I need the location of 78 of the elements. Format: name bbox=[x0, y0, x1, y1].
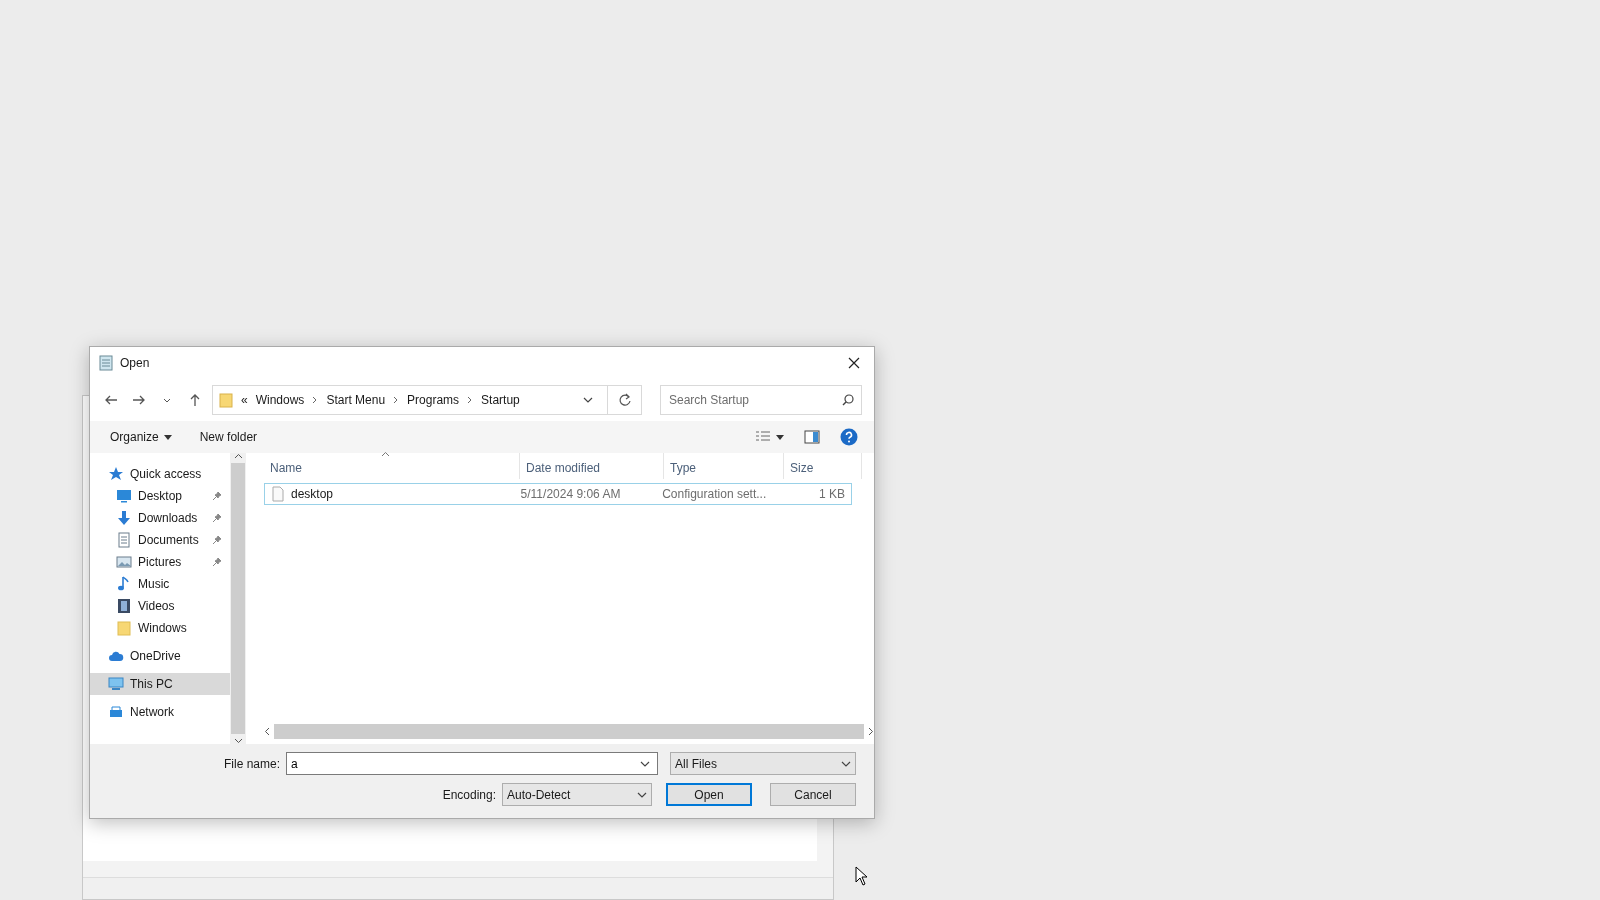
sidebar-item[interactable]: This PC bbox=[90, 673, 230, 695]
sidebar-item[interactable]: Documents bbox=[90, 529, 230, 551]
column-header[interactable]: Date modified bbox=[520, 453, 664, 479]
chevron-right-icon bbox=[868, 727, 874, 736]
file-type-dropdown[interactable]: All Files bbox=[670, 752, 856, 775]
network-icon bbox=[108, 704, 124, 720]
up-arrow-icon bbox=[188, 393, 202, 407]
caret-icon bbox=[583, 396, 593, 404]
column-header[interactable]: Type bbox=[664, 453, 784, 479]
caret-icon bbox=[640, 759, 650, 768]
sidebar-item[interactable]: Desktop bbox=[90, 485, 230, 507]
column-header[interactable]: Size bbox=[784, 453, 862, 479]
sidebar-item[interactable]: Music bbox=[90, 573, 230, 595]
chevron-right-icon bbox=[393, 396, 400, 404]
help-icon bbox=[840, 428, 858, 446]
breadcrumb-item[interactable]: Windows bbox=[255, 391, 305, 409]
forward-arrow-icon bbox=[132, 393, 146, 407]
table-cell: desktop bbox=[265, 485, 515, 503]
dialog-button[interactable]: Open bbox=[666, 783, 752, 806]
table-cell-text: 5/11/2024 9:06 AM bbox=[519, 486, 622, 503]
monitor-icon bbox=[116, 488, 132, 504]
sidebar-item[interactable]: Windows bbox=[90, 617, 230, 639]
sidebar-item[interactable]: OneDrive bbox=[90, 645, 230, 667]
caret-icon bbox=[776, 434, 784, 440]
chevron-up-icon bbox=[233, 453, 243, 459]
caret-icon bbox=[163, 434, 172, 440]
table-cell-text: Configuration sett... bbox=[661, 486, 768, 503]
window-title: Open bbox=[120, 355, 150, 372]
monitor-icon bbox=[108, 676, 124, 692]
column-header[interactable]: Name bbox=[264, 453, 520, 479]
film-icon bbox=[116, 598, 132, 614]
refresh-icon bbox=[617, 393, 632, 407]
breadcrumb-item[interactable]: Startup bbox=[481, 391, 520, 409]
sidebar-item[interactable]: Videos bbox=[90, 595, 230, 617]
document-icon bbox=[116, 532, 132, 548]
back-arrow-icon bbox=[104, 393, 118, 407]
organize-button[interactable]: Organize bbox=[106, 426, 176, 448]
picture-icon bbox=[116, 554, 132, 570]
chevron-right-icon bbox=[467, 396, 474, 404]
list-view-icon bbox=[755, 431, 771, 443]
scrollbar[interactable] bbox=[230, 453, 246, 744]
breadcrumb-item[interactable]: Programs bbox=[407, 391, 460, 409]
file-icon bbox=[271, 486, 285, 502]
folder-icon bbox=[219, 392, 233, 408]
chevron-right-icon bbox=[312, 396, 319, 404]
sort-ascending-icon bbox=[381, 451, 391, 457]
caret-icon bbox=[163, 397, 171, 403]
music-note-icon bbox=[116, 576, 132, 592]
download-arrow-icon bbox=[116, 510, 132, 526]
file-name-field[interactable]: a bbox=[286, 752, 658, 775]
caret-icon bbox=[637, 790, 647, 799]
encoding-dropdown[interactable]: Auto-Detect bbox=[502, 783, 652, 806]
caret-icon bbox=[841, 759, 851, 768]
chevron-down-icon bbox=[233, 738, 243, 744]
address-bar[interactable]: « Windows Start Menu Programs Startup bbox=[212, 385, 642, 415]
notepad-icon bbox=[98, 355, 114, 371]
file-row[interactable]: desktop 5/11/2024 9:06 AM Configuration sett... 1 KB bbox=[264, 483, 852, 505]
chevron-left-icon bbox=[264, 727, 270, 736]
preview-pane-icon bbox=[804, 430, 820, 444]
search-icon bbox=[842, 394, 854, 406]
table-cell-text: 1 KB bbox=[818, 486, 846, 503]
close-icon bbox=[848, 357, 860, 369]
sidebar-item[interactable]: Downloads bbox=[90, 507, 230, 529]
dialog-button[interactable]: Cancel bbox=[770, 783, 856, 806]
sidebar-item[interactable]: Pictures bbox=[90, 551, 230, 573]
search-field[interactable]: Search Startup bbox=[660, 385, 862, 415]
mouse-cursor-icon bbox=[855, 866, 869, 886]
star-icon bbox=[108, 466, 124, 482]
field-label: File name: bbox=[223, 755, 280, 773]
new-folder-button[interactable]: New folder bbox=[195, 426, 262, 448]
breadcrumb-overflow-button[interactable]: « bbox=[241, 391, 248, 409]
sidebar-item[interactable]: Quick access bbox=[90, 463, 230, 485]
breadcrumb-item[interactable]: Start Menu bbox=[326, 391, 386, 409]
sidebar-item[interactable]: Network bbox=[90, 701, 230, 723]
field-label: Encoding: bbox=[442, 786, 496, 804]
scrollbar[interactable] bbox=[83, 861, 817, 877]
scrollbar[interactable] bbox=[264, 723, 874, 740]
folder-icon bbox=[116, 620, 132, 636]
